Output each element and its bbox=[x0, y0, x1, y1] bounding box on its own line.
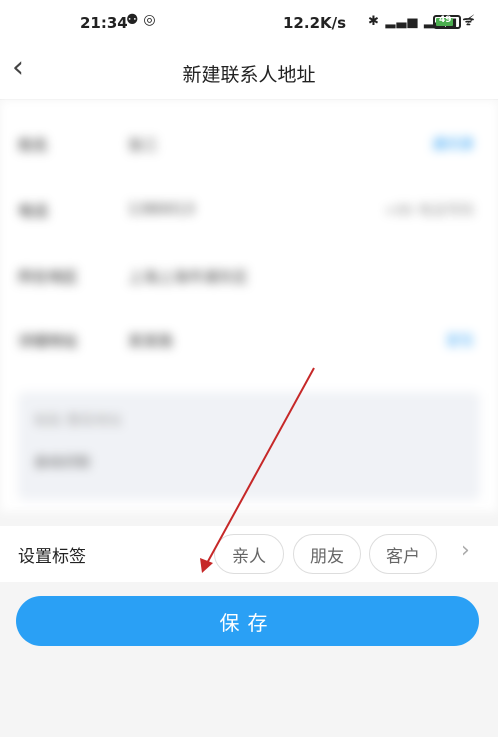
battery-level: 49 bbox=[439, 15, 452, 25]
form-row-name[interactable]: 姓名 张三 通讯录 bbox=[0, 114, 498, 174]
chevron-right-icon[interactable]: › bbox=[461, 538, 470, 563]
form-row-region[interactable]: 所在地区 上海上海市浦东区 bbox=[0, 246, 498, 306]
charging-icon: ⚡ bbox=[466, 13, 476, 28]
form-label: 电话 bbox=[18, 202, 49, 220]
form-row-detail[interactable]: 详细地址 某某路 定位 bbox=[0, 310, 498, 370]
auto-recognize-link[interactable]: 自动识别 bbox=[34, 452, 90, 472]
address-placeholder: 粘贴 整段地址 bbox=[34, 413, 123, 429]
address-form-blurred: 姓名 张三 通讯录 电话 1380013 +86 电话号码 所在地区 上海上海市… bbox=[0, 100, 498, 512]
nav-bar: ‹ 新建联系人地址 bbox=[0, 42, 498, 100]
address-paste-box[interactable]: 粘贴 整段地址 自动识别 bbox=[18, 392, 480, 500]
page-title: 新建联系人地址 bbox=[182, 64, 316, 86]
form-value: 上海上海市浦东区 bbox=[128, 268, 249, 286]
battery-icon: 49 bbox=[433, 15, 461, 29]
form-label: 姓名 bbox=[18, 136, 49, 154]
form-label: 详细地址 bbox=[18, 332, 79, 350]
form-value: 1380013 bbox=[128, 200, 195, 218]
tag-label: 设置标签 bbox=[18, 547, 86, 567]
tag-friend[interactable]: 朋友 bbox=[293, 534, 361, 574]
phone-hint: +86 电话号码 bbox=[384, 203, 474, 219]
contacts-link[interactable]: 通讯录 bbox=[432, 134, 474, 154]
form-value: 张三 bbox=[128, 136, 159, 154]
network-speed: 12.2K/s bbox=[283, 14, 347, 32]
form-row-phone[interactable]: 电话 1380013 +86 电话号码 bbox=[0, 180, 498, 240]
locate-link[interactable]: 定位 bbox=[446, 330, 474, 350]
notification-icons: ⚉ ◎ bbox=[126, 12, 156, 28]
tag-row: 设置标签 亲人 朋友 客户 › bbox=[0, 526, 498, 582]
save-button[interactable]: 保存 bbox=[16, 596, 479, 646]
status-bar: 21:34 ⚉ ◎ 12.2K/s ✱ ▂▃▅ ▂▃▅ ᯤ 49 ⚡ bbox=[0, 0, 498, 42]
form-value: 某某路 bbox=[128, 332, 174, 350]
status-time: 21:34 bbox=[80, 14, 128, 32]
form-label: 所在地区 bbox=[18, 268, 79, 286]
tag-client[interactable]: 客户 bbox=[369, 534, 437, 574]
tag-family[interactable]: 亲人 bbox=[214, 534, 284, 574]
